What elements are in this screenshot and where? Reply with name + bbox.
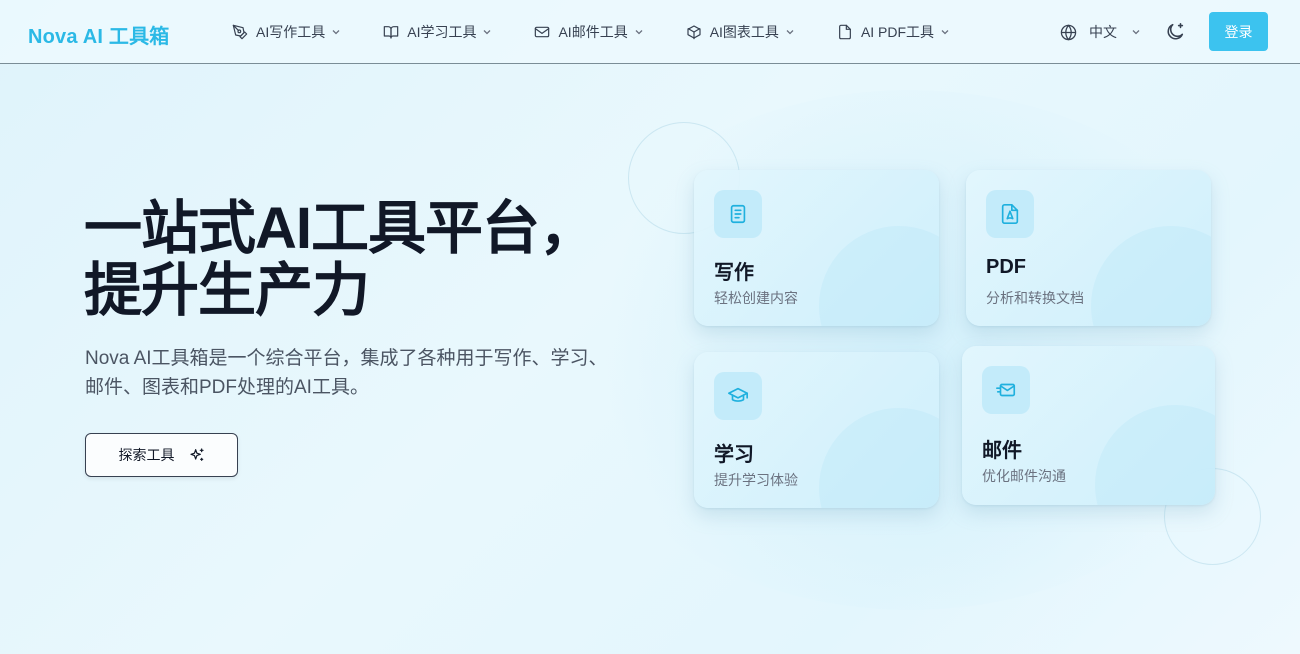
hero-title-line1: 一站式AI工具平台， [84,196,597,261]
login-button[interactable]: 登录 [1209,12,1268,51]
language-selector[interactable]: 中文 [1060,22,1141,42]
hero-title-line2: 提升生产力 [84,258,370,323]
explore-tools-button[interactable]: 探索工具 [85,433,238,477]
card-decor [819,226,939,326]
card-decor [1091,226,1211,326]
menu-item-label: AI PDF工具 [860,24,935,40]
graduation-cap-icon [728,387,748,402]
theme-toggle[interactable] [1164,21,1186,43]
chevron-down-icon [1132,30,1140,35]
card-subtitle: 优化邮件沟通 [982,468,1066,484]
card-pdf[interactable]: PDF 分析和转换文档 [966,170,1211,326]
explore-label: 探索工具 [118,447,175,463]
card-decor [819,408,939,508]
card-writing[interactable]: 写作 轻松创建内容 [694,170,939,326]
menu-item-pdf[interactable]: AI PDF工具 [837,22,950,42]
card-icon-box [982,366,1030,414]
globe-icon [1060,23,1077,41]
mail-icon [535,26,550,38]
menu-item-label: AI写作工具 [256,24,326,40]
menu-item-label: AI学习工具 [407,24,477,40]
sparkles-icon [189,448,204,461]
file-icon [839,24,851,40]
document-icon [730,204,746,224]
menu-item-email[interactable]: AI邮件工具 [534,22,643,42]
top-navbar: Nova AI 工具箱 AI写作工具 AI学习工具 AI邮件工具 AI图表工具 … [0,0,1300,64]
menu-item-writing[interactable]: AI写作工具 [232,22,341,42]
hero-description: Nova AI工具箱是一个综合平台，集成了各种用于写作、学习、邮件、图表和PDF… [85,348,608,398]
chevron-down-icon [635,30,643,35]
card-subtitle: 提升学习体验 [714,472,798,488]
brand-logo[interactable]: Nova AI 工具箱 [28,20,169,49]
menu-item-learning[interactable]: AI学习工具 [383,22,492,42]
main-menu: AI写作工具 AI学习工具 AI邮件工具 AI图表工具 AI PDF工具 [232,22,992,42]
menu-item-label: AI图表工具 [709,24,779,40]
chevron-down-icon [941,30,949,35]
card-title: 写作 [714,262,754,284]
book-icon [383,26,399,39]
hero-title: 一站式AI工具平台， 提升生产力 [84,198,644,322]
menu-item-label: AI邮件工具 [558,24,628,40]
cube-icon [687,25,701,40]
pdf-icon [1001,204,1019,224]
card-title: 邮件 [982,440,1022,462]
chevron-down-icon [786,30,794,35]
menu-item-charts[interactable]: AI图表工具 [686,22,795,42]
chevron-down-icon [332,30,340,35]
card-learning[interactable]: 学习 提升学习体验 [694,352,939,508]
language-label: 中文 [1089,24,1117,40]
card-icon-box [986,190,1034,238]
card-title: PDF [986,256,1026,278]
chevron-down-icon [484,30,491,35]
pen-icon [232,24,248,40]
card-email[interactable]: 邮件 优化邮件沟通 [962,346,1215,505]
card-subtitle: 轻松创建内容 [714,290,798,306]
card-subtitle: 分析和转换文档 [986,290,1084,306]
card-decor [1095,405,1215,505]
card-icon-box [714,190,762,238]
card-icon-box [714,372,762,420]
mail-send-icon [996,383,1016,397]
moon-icon [1167,22,1184,40]
card-title: 学习 [714,444,754,466]
